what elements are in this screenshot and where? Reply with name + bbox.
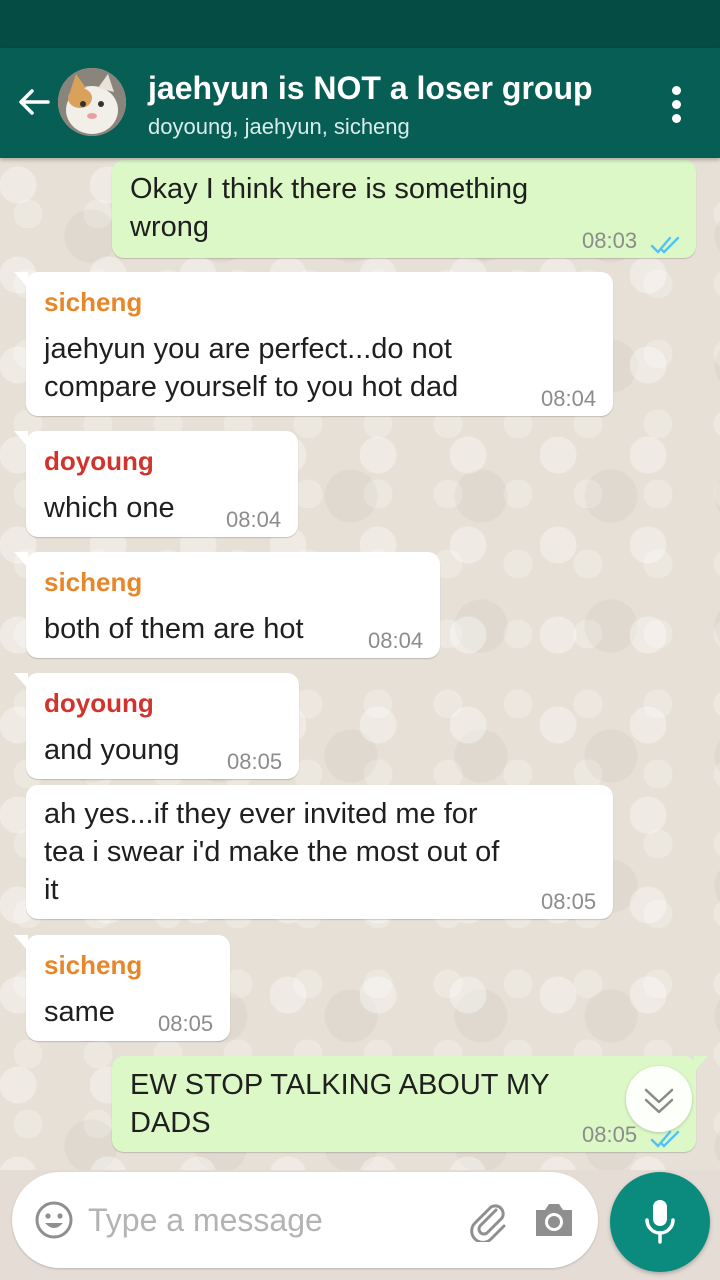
message-text: wrong [130, 211, 209, 243]
message-bubble-incoming[interactable]: doyoung which one 08:04 [14, 431, 298, 537]
status-bar [0, 0, 720, 48]
message-bubble-incoming[interactable]: doyoung and young 08:05 [14, 673, 299, 779]
message-bubble-incoming[interactable]: ah yes...if they ever invited me for tea… [26, 785, 613, 919]
scroll-down-chevron-icon[interactable] [626, 1066, 692, 1132]
avatar[interactable] [58, 68, 126, 136]
message-text: which one [44, 492, 175, 524]
message-text: and young [44, 734, 180, 766]
attach-icon[interactable] [466, 1198, 510, 1244]
sender-name: sicheng [44, 567, 143, 597]
message-text: tea i swear i'd make the most out of [44, 836, 500, 868]
read-ticks-icon [650, 228, 684, 254]
emoji-icon[interactable] [34, 1200, 74, 1240]
chat-header: jaehyun is NOT a loser group doyoung, ja… [0, 48, 720, 158]
message-text: DADS [130, 1107, 211, 1139]
sender-name: doyoung [44, 688, 154, 718]
sender-name: doyoung [44, 446, 154, 476]
camera-icon[interactable] [532, 1200, 576, 1240]
chat-members[interactable]: doyoung, jaehyun, sicheng [148, 114, 410, 140]
back-arrow-icon[interactable] [14, 82, 54, 122]
message-time: 08:05 [158, 1011, 214, 1036]
message-bubble-incoming[interactable]: sicheng jaehyun you are perfect...do not… [14, 272, 613, 416]
message-text: EW STOP TALKING ABOUT MY [130, 1069, 550, 1101]
more-vert-icon[interactable] [664, 86, 688, 126]
message-input[interactable]: Type a message [88, 1202, 323, 1239]
message-list[interactable]: Okay I think there is something wrong 08… [0, 158, 720, 1170]
message-time: 08:05 [227, 749, 283, 774]
message-text: jaehyun you are perfect...do not [44, 333, 452, 365]
chat-title[interactable]: jaehyun is NOT a loser group [148, 70, 593, 107]
message-bubble-incoming[interactable]: sicheng both of them are hot 08:04 [14, 552, 440, 658]
message-time: 08:05 [541, 889, 597, 914]
message-time: 08:04 [226, 507, 282, 532]
message-bubble-outgoing[interactable]: Okay I think there is something wrong 08… [112, 160, 696, 258]
message-time: 08:04 [368, 628, 424, 653]
message-text: same [44, 996, 115, 1028]
message-text: both of them are hot [44, 613, 304, 645]
message-time: 08:03 [582, 228, 638, 253]
message-bubble-incoming[interactable]: sicheng same 08:05 [14, 935, 230, 1041]
mic-icon[interactable] [610, 1172, 710, 1272]
message-composer[interactable]: Type a message [12, 1172, 598, 1268]
message-time: 08:04 [541, 386, 597, 411]
message-text: it [44, 874, 59, 906]
sender-name: sicheng [44, 287, 143, 317]
message-text: Okay I think there is something [130, 173, 529, 205]
message-text: compare yourself to you hot dad [44, 371, 459, 403]
sender-name: sicheng [44, 950, 143, 980]
message-text: ah yes...if they ever invited me for [44, 798, 478, 830]
message-bubble-outgoing[interactable]: EW STOP TALKING ABOUT MY DADS 08:05 [112, 1056, 708, 1152]
